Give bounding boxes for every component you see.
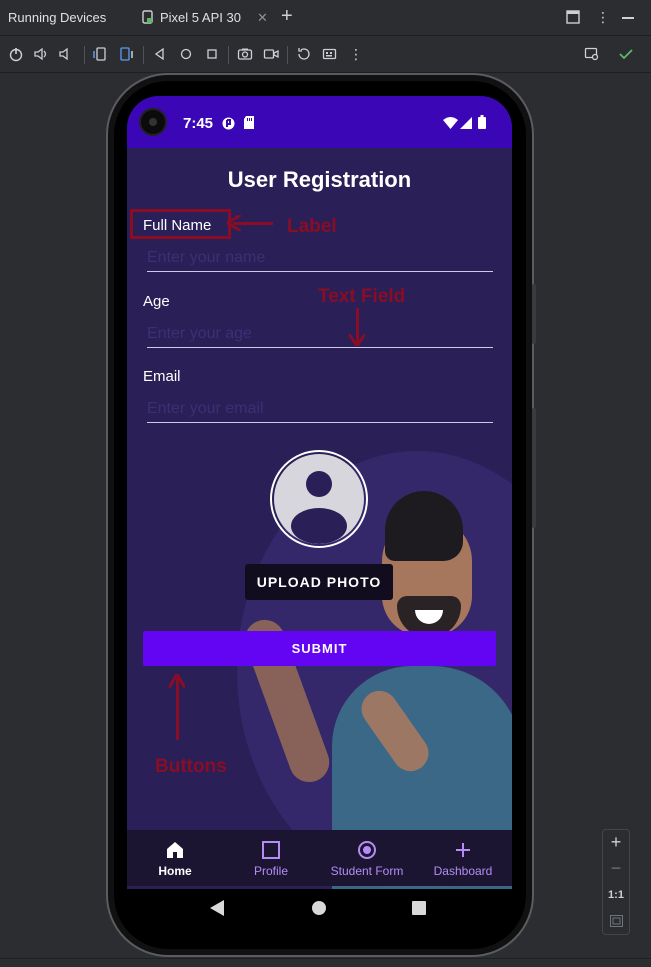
back-icon[interactable]	[152, 46, 168, 62]
age-label: Age	[143, 293, 170, 310]
emulator-toolbar: ⋮	[0, 37, 651, 73]
keyboard-icon[interactable]	[322, 46, 338, 62]
age-field[interactable]: Enter your age	[147, 322, 493, 348]
home-icon[interactable]	[312, 901, 326, 915]
label-annotation-box	[130, 209, 231, 239]
upload-photo-button[interactable]: UPLOAD PHOTO	[245, 564, 393, 600]
nav-label: Home	[158, 864, 192, 878]
age-placeholder: Enter your age	[147, 325, 252, 342]
screen-record-icon[interactable]	[263, 46, 279, 62]
bottom-navigation: Home Profile Student Form Dashboard	[127, 830, 512, 886]
back-icon[interactable]	[210, 900, 224, 916]
wifi-icon	[443, 117, 458, 129]
email-label: Email	[143, 368, 181, 385]
device-icon	[142, 10, 153, 24]
field-underline	[147, 422, 493, 423]
close-tab-icon[interactable]: ✕	[257, 10, 268, 26]
status-strip	[0, 958, 651, 967]
radio-icon	[358, 841, 376, 859]
plus-icon	[456, 843, 470, 857]
power-icon[interactable]	[8, 46, 24, 62]
ide-tab-bar: Running Devices Pixel 5 API 30 ✕ + ⋮	[0, 0, 651, 36]
zoom-actual-size[interactable]: 1:1	[603, 889, 629, 901]
zoom-out-icon[interactable]: −	[603, 858, 629, 879]
sd-card-icon	[244, 116, 254, 129]
panel-title: Running Devices	[8, 10, 107, 25]
rotate-left-icon[interactable]	[92, 46, 108, 62]
nav-item-dashboard[interactable]: Dashboard	[415, 830, 511, 886]
submit-button[interactable]: SUBMIT	[143, 631, 496, 666]
device-manager-icon[interactable]	[584, 46, 600, 62]
email-placeholder: Enter your email	[147, 400, 264, 417]
screenshot-icon[interactable]	[237, 46, 253, 62]
arrow-head-icon	[349, 334, 365, 346]
zoom-in-icon[interactable]: +	[603, 832, 629, 853]
toolbar-divider	[228, 46, 229, 64]
home-button-icon[interactable]	[178, 46, 194, 62]
volume-up-icon[interactable]	[33, 46, 49, 62]
full-name-field[interactable]: Enter your name	[147, 246, 493, 272]
more-options-icon[interactable]: ⋮	[596, 9, 610, 26]
nav-label: Student Form	[330, 864, 404, 878]
page-title: User Registration	[227, 167, 412, 192]
buttons-annotation: Buttons	[155, 756, 227, 777]
snapshot-icon[interactable]	[296, 46, 312, 62]
status-bar: 7:45	[127, 96, 512, 148]
email-field[interactable]: Enter your email	[147, 397, 493, 423]
device-tab[interactable]: Pixel 5 API 30 ✕	[133, 0, 277, 36]
status-time: 7:45	[183, 115, 214, 132]
nav-label: Profile	[253, 864, 288, 878]
label-annotation: Label	[287, 216, 337, 237]
minimize-icon[interactable]	[622, 17, 634, 19]
avatar[interactable]	[274, 454, 364, 544]
system-navigation-bar	[114, 886, 526, 930]
phone-side-button	[532, 284, 536, 344]
window-layout-icon[interactable]	[566, 10, 580, 24]
nav-item-student-form[interactable]: Student Form	[319, 830, 415, 886]
arrow-head-icon	[169, 674, 185, 688]
rotate-right-icon[interactable]	[118, 46, 134, 62]
nav-item-profile[interactable]: Profile	[223, 830, 319, 886]
overview-icon[interactable]	[204, 46, 220, 62]
battery-icon	[478, 115, 486, 129]
toolbar-divider	[84, 46, 85, 64]
field-underline	[147, 347, 493, 348]
front-camera	[139, 108, 167, 136]
phone-side-button	[532, 408, 536, 528]
signal-icon	[460, 117, 472, 129]
notification-icon	[222, 117, 235, 130]
arrow-head-icon	[227, 215, 241, 231]
person-icon	[291, 471, 347, 544]
toolbar-divider	[287, 46, 288, 64]
full-name-placeholder: Enter your name	[147, 249, 266, 266]
device-tab-label: Pixel 5 API 30	[160, 10, 241, 25]
recents-icon[interactable]	[412, 901, 426, 915]
volume-down-icon[interactable]	[58, 46, 74, 62]
text-field-annotation: Text Field	[318, 286, 406, 307]
add-tab-icon[interactable]: +	[281, 5, 293, 28]
field-underline	[147, 271, 493, 272]
toolbar-divider	[143, 46, 144, 64]
nav-item-home[interactable]: Home	[127, 830, 223, 886]
fit-screen-icon[interactable]	[610, 915, 623, 927]
illustration-hair	[385, 491, 463, 561]
zoom-controls: + − 1:1	[602, 829, 630, 935]
nav-label: Dashboard	[433, 864, 493, 878]
square-icon	[262, 841, 280, 859]
check-icon[interactable]	[618, 46, 634, 62]
app-screen: 7:45 User Registration Full Name Enter y…	[127, 96, 512, 889]
more-actions-icon[interactable]: ⋮	[348, 46, 364, 62]
home-icon	[167, 842, 183, 858]
